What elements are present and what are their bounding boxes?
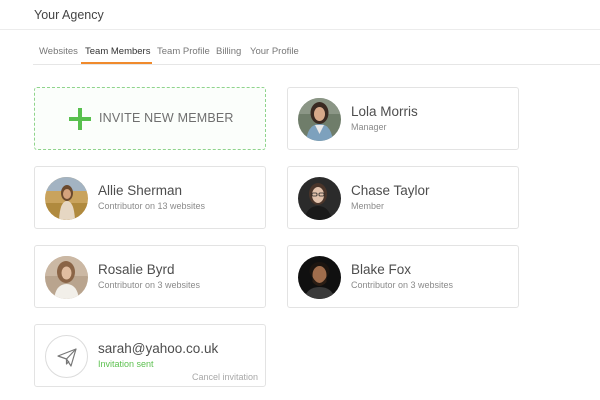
avatar-chase-taylor-icon <box>298 177 341 220</box>
member-name: Chase Taylor <box>351 183 430 198</box>
member-role: Member <box>351 201 385 211</box>
tab-websites[interactable]: Websites <box>39 46 78 57</box>
plus-icon <box>69 108 91 130</box>
member-name: Allie Sherman <box>98 183 183 198</box>
app-title: Your Agency <box>34 8 104 22</box>
avatar-blake-fox-icon <box>298 256 341 299</box>
invited-email: sarah@yahoo.co.uk <box>98 341 219 356</box>
tab-team-members[interactable]: Team Members <box>85 46 150 57</box>
cancel-invitation-link[interactable]: Cancel invitation <box>192 372 258 382</box>
member-card-chase-taylor[interactable]: Chase Taylor Member <box>287 166 519 229</box>
invite-new-member-label: INVITE NEW MEMBER <box>99 111 234 125</box>
member-name: Blake Fox <box>351 262 412 277</box>
active-tab-indicator <box>81 62 152 64</box>
pending-invite-card: sarah@yahoo.co.uk Invitation sent Cancel… <box>34 324 266 387</box>
tab-your-profile[interactable]: Your Profile <box>250 46 299 57</box>
avatar-allie-sherman-icon <box>45 177 88 220</box>
avatar-rosalie-byrd-icon <box>45 256 88 299</box>
invitation-status: Invitation sent <box>98 359 154 369</box>
member-role: Contributor on 3 websites <box>351 280 454 290</box>
member-name: Rosalie Byrd <box>98 262 175 277</box>
member-role: Contributor on 3 websites <box>98 280 201 290</box>
invite-new-member-card[interactable]: INVITE NEW MEMBER <box>34 87 266 150</box>
member-name: Lola Morris <box>351 104 418 119</box>
avatar-lola-morris-icon <box>298 98 341 141</box>
member-card-lola-morris[interactable]: Lola Morris Manager <box>287 87 519 150</box>
member-role: Manager <box>351 122 387 132</box>
tab-billing[interactable]: Billing <box>216 46 241 57</box>
paper-plane-icon <box>45 335 88 378</box>
member-card-rosalie-byrd[interactable]: Rosalie Byrd Contributor on 3 websites <box>34 245 266 308</box>
tab-team-profile[interactable]: Team Profile <box>157 46 210 57</box>
member-card-blake-fox[interactable]: Blake Fox Contributor on 3 websites <box>287 245 519 308</box>
member-role: Contributor on 13 websites <box>98 201 206 211</box>
top-bar: Your Agency <box>0 0 600 30</box>
member-card-allie-sherman[interactable]: Allie Sherman Contributor on 13 websites <box>34 166 266 229</box>
tab-bar: Websites Team Members Team Profile Billi… <box>33 40 600 65</box>
